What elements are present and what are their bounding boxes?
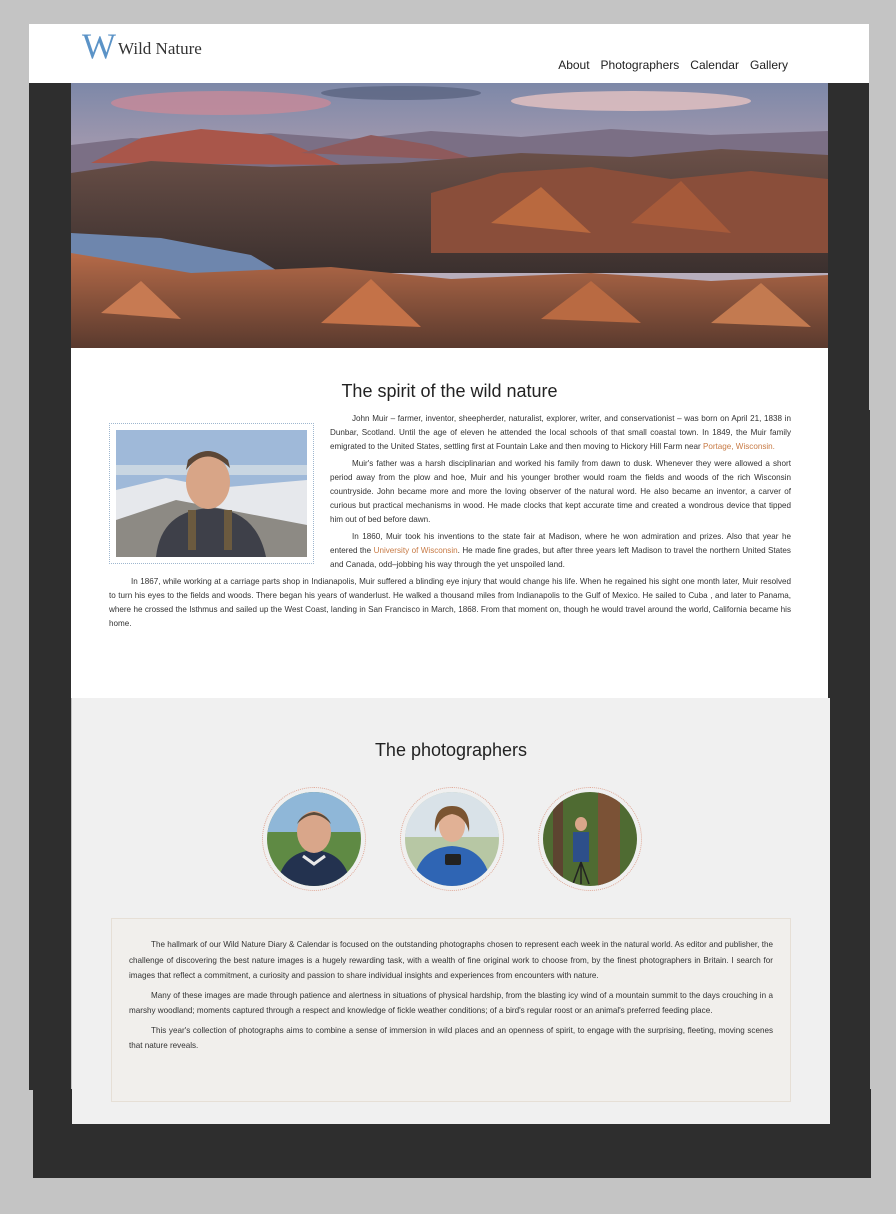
portage-wisconsin-link[interactable]: Portage, Wisconsin. [703, 442, 775, 451]
photographer-avatar-1[interactable] [262, 787, 366, 891]
photographer-avatar-3[interactable] [538, 787, 642, 891]
photographers-title: The photographers [374, 740, 528, 760]
about-title: The spirit of the wild nature [341, 381, 558, 401]
nav-photographers[interactable]: Photographers [601, 58, 680, 72]
about-paragraph-4: In 1867, while working at a carriage par… [109, 577, 791, 628]
photographer-photo-2 [405, 792, 499, 886]
photographers-paragraph-2: Many of these images are made through pa… [129, 990, 773, 1016]
mountain-landscape-image [71, 83, 828, 348]
about-article: John Muir – farmer, inventor, sheepherde… [109, 412, 791, 634]
nav-about[interactable]: About [558, 58, 589, 72]
site-header: W Wild Nature About Photographers Calend… [29, 24, 869, 83]
photographers-paragraph-3: This year's collection of photographs ai… [129, 1025, 773, 1051]
photographer-photo-3 [543, 792, 637, 886]
about-section: The spirit of the wild nature John Muir … [71, 348, 828, 698]
university-wisconsin-link[interactable]: University of Wisconsin [374, 546, 458, 555]
hero-image [71, 83, 828, 348]
nav-gallery[interactable]: Gallery [750, 58, 788, 72]
photographer-photo-1 [267, 792, 361, 886]
frame-right-lower-panel [830, 410, 870, 1123]
nav-calendar[interactable]: Calendar [690, 58, 739, 72]
logo-text: Wild Nature [117, 39, 202, 58]
main-nav: About Photographers Calendar Gallery [558, 58, 788, 72]
photographers-section: The photographers The hallmark of our Wi… [72, 698, 830, 1124]
logo-mark: W [82, 26, 116, 66]
photographers-text-box: The hallmark of our Wild Nature Diary & … [111, 918, 791, 1102]
photographers-paragraph-1: The hallmark of our Wild Nature Diary & … [129, 940, 773, 980]
frame-left-panel [29, 83, 71, 1090]
site-logo[interactable]: W Wild Nature [82, 28, 202, 64]
photographer-avatar-2[interactable] [400, 787, 504, 891]
